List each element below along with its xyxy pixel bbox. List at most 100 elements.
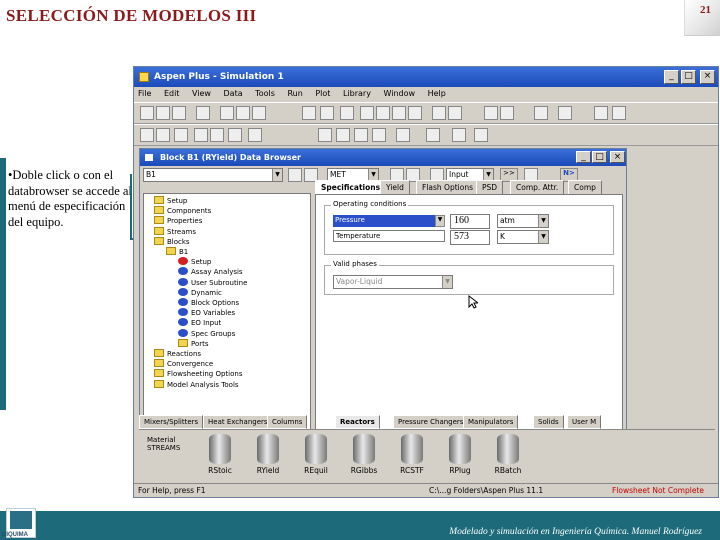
tree-item[interactable]: Convergence xyxy=(154,359,213,369)
material-streams-label[interactable]: Material STREAMS xyxy=(147,436,180,452)
temperature-unit-select[interactable]: K ▼ xyxy=(497,230,549,244)
reactor-model[interactable]: RBatch xyxy=(489,434,527,475)
menu-run[interactable]: Run xyxy=(287,89,302,98)
paste-icon[interactable] xyxy=(252,106,266,120)
temperature-value-input[interactable]: 573 xyxy=(450,230,490,245)
temperature-field-name[interactable]: Temperature xyxy=(333,230,445,242)
image-icon[interactable] xyxy=(372,128,386,142)
tree-item[interactable]: Blocks xyxy=(154,236,190,247)
open-file-icon[interactable] xyxy=(156,106,170,120)
pressure-unit-select[interactable]: atm ▼ xyxy=(497,214,549,228)
tree-item[interactable]: Components xyxy=(154,206,211,216)
step-icon[interactable] xyxy=(376,106,390,120)
menu-edit[interactable]: Edit xyxy=(164,89,180,98)
select-arrow-icon[interactable] xyxy=(248,128,262,142)
tree-item[interactable]: Spec Groups xyxy=(178,328,235,339)
tree-item[interactable]: Dynamic xyxy=(178,287,222,298)
tree-item[interactable]: B1 xyxy=(166,247,188,257)
text-icon[interactable] xyxy=(210,128,224,142)
close-button[interactable]: × xyxy=(700,70,715,84)
print-icon[interactable] xyxy=(196,106,210,120)
menu-plot[interactable]: Plot xyxy=(315,89,330,98)
tree-item[interactable]: Assay Analysis xyxy=(178,267,243,277)
menu-tools[interactable]: Tools xyxy=(255,89,275,98)
minimize-button[interactable]: _ xyxy=(664,70,679,84)
reinit-icon[interactable] xyxy=(408,106,422,120)
tree-item[interactable]: User Subroutine xyxy=(178,277,247,288)
chevron-down-icon[interactable]: ▼ xyxy=(538,231,548,243)
menu-library[interactable]: Library xyxy=(343,89,371,98)
run-start-icon[interactable] xyxy=(360,106,374,120)
copy-icon[interactable] xyxy=(236,106,250,120)
results-table-icon[interactable] xyxy=(336,128,350,142)
report-icon[interactable] xyxy=(500,106,514,120)
tab-psd[interactable]: PSD xyxy=(476,180,504,194)
valid-phases-select[interactable]: Vapor-Liquid ▼ xyxy=(333,275,453,289)
chevron-down-icon[interactable]: ▼ xyxy=(538,215,548,227)
reactor-model[interactable]: RStoic xyxy=(201,434,239,475)
control-panel-icon[interactable] xyxy=(448,106,462,120)
menu-data[interactable]: Data xyxy=(224,89,243,98)
tree-item[interactable]: Properties xyxy=(154,216,202,226)
pressure-field-name[interactable]: Pressure xyxy=(333,215,443,227)
stream-icon[interactable] xyxy=(194,128,208,142)
data-browser-icon[interactable] xyxy=(302,106,316,120)
tab-flash-options[interactable]: Flash Options xyxy=(416,180,479,194)
tree-item[interactable]: Ports xyxy=(178,338,209,349)
browser-maximize-button[interactable]: □ xyxy=(592,151,607,163)
new-file-icon[interactable] xyxy=(140,106,154,120)
library-tab[interactable]: Manipulators xyxy=(463,415,519,429)
library-tab[interactable]: User M xyxy=(567,415,602,429)
browser-minimize-button[interactable]: _ xyxy=(576,151,591,163)
help-icon[interactable] xyxy=(612,106,626,120)
tree-item[interactable]: Reactions xyxy=(154,349,201,359)
eo-icon[interactable] xyxy=(558,106,572,120)
folder-up-icon[interactable] xyxy=(288,168,302,182)
results-icon[interactable] xyxy=(432,106,446,120)
tree-item[interactable]: Setup xyxy=(178,257,211,267)
table-icon[interactable] xyxy=(396,128,410,142)
tree-item[interactable]: Streams xyxy=(154,226,196,237)
menu-view[interactable]: View xyxy=(192,89,211,98)
tab-comp-attr[interactable]: Comp. Attr. xyxy=(510,180,565,194)
reactor-model[interactable]: RCSTF xyxy=(393,434,431,475)
block-icon[interactable] xyxy=(318,128,332,142)
graph-icon[interactable] xyxy=(354,128,368,142)
reactor-model[interactable]: RGibbs xyxy=(345,434,383,475)
save-icon[interactable] xyxy=(172,106,186,120)
reactor-model[interactable]: REquil xyxy=(297,434,335,475)
library-tab[interactable]: Columns xyxy=(267,415,308,429)
reactor-model[interactable]: RYield xyxy=(249,434,287,475)
tab-comp[interactable]: Comp xyxy=(568,180,602,194)
tree-item[interactable]: Model Analysis Tools xyxy=(154,379,239,390)
maximize-button[interactable]: □ xyxy=(681,70,696,84)
library-tab[interactable]: Pressure Changers xyxy=(393,415,469,429)
tree-item[interactable]: Flowsheeting Options xyxy=(154,369,242,379)
variable-icon[interactable] xyxy=(452,128,466,142)
tree-item[interactable]: Setup xyxy=(154,196,187,206)
library-tab[interactable]: Heat Exchangers xyxy=(203,415,273,429)
menu-help[interactable]: Help xyxy=(428,89,446,98)
menu-file[interactable]: File xyxy=(138,89,151,98)
plot-icon[interactable] xyxy=(426,128,440,142)
block-selector[interactable]: B1 ▼ xyxy=(143,168,283,182)
library-tab[interactable]: Mixers/Splitters xyxy=(139,415,204,429)
stop-icon[interactable] xyxy=(392,106,406,120)
fortran-icon[interactable] xyxy=(534,106,548,120)
tree-item[interactable]: EO Input xyxy=(178,318,221,328)
edit-icon[interactable] xyxy=(594,106,608,120)
browser-close-button[interactable]: × xyxy=(610,151,625,163)
tab-specifications[interactable]: Specifications xyxy=(315,180,387,194)
tree-item[interactable]: Block Options xyxy=(178,298,239,308)
cut-icon[interactable] xyxy=(220,106,234,120)
pressure-value-input[interactable]: 160 xyxy=(450,214,490,229)
tree-item[interactable]: EO Variables xyxy=(178,308,235,318)
zoom-icon[interactable] xyxy=(174,128,188,142)
chevron-down-icon[interactable]: ▼ xyxy=(442,276,452,288)
model-library-icon[interactable] xyxy=(484,106,498,120)
chevron-down-icon[interactable]: ▼ xyxy=(272,169,282,181)
box-icon[interactable] xyxy=(228,128,242,142)
reactor-model[interactable]: RPlug xyxy=(441,434,479,475)
menu-window[interactable]: Window xyxy=(383,89,415,98)
library-tab[interactable]: Reactors xyxy=(335,415,380,429)
